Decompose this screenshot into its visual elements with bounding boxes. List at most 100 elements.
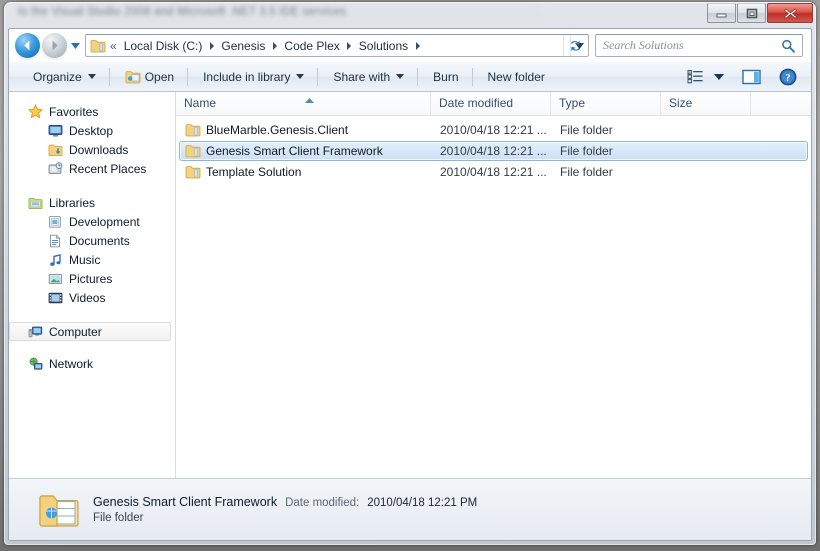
details-primary-line: Genesis Smart Client Framework Date modi… [93,495,477,509]
organize-button[interactable]: Organize [23,66,106,88]
file-name-cell: Genesis Smart Client Framework [180,144,435,158]
new-folder-button[interactable]: New folder [478,66,555,88]
file-type-cell: File folder [560,123,613,137]
explorer-body: Favorites Desktop Downloads Recent Place… [9,92,811,478]
table-row[interactable]: Template Solution 2010/04/18 12:21 ... F… [179,162,808,182]
sidebar-item-label: Downloads [69,142,129,157]
sidebar-item-label: Recent Places [69,161,147,176]
help-icon: ? [779,68,797,85]
sort-ascending-icon [304,93,315,107]
chevron-down-icon [71,42,80,49]
view-options-button[interactable] [682,66,708,88]
sidebar-item-videos[interactable]: Videos [9,288,171,307]
breadcrumb-item-3[interactable]: Solutions [356,38,411,54]
breadcrumb-overflow[interactable]: « [108,40,121,52]
breadcrumb-separator[interactable] [411,41,424,50]
sidebar-item-label: Libraries [49,195,96,210]
details-type: File folder [93,512,144,524]
burn-button[interactable]: Burn [423,66,468,88]
sidebar-item-label: Music [69,252,101,267]
chevron-right-icon [272,41,277,50]
new-folder-label: New folder [487,69,545,84]
column-header-name[interactable]: Name [176,92,431,116]
folder-icon [90,39,106,53]
breadcrumb-item-0[interactable]: Local Disk (C:) [121,38,206,54]
back-button[interactable] [15,33,40,58]
column-header-size[interactable]: Size [661,92,751,116]
toolbar-separator [317,67,319,86]
restore-button[interactable] [737,3,766,23]
open-folder-icon [125,70,141,84]
sidebar-item-downloads[interactable]: Downloads [9,140,171,159]
address-bar-row: « Local Disk (C:) Genesis Code Plex Solu… [9,29,811,62]
chevron-down-icon [714,73,724,80]
window-client-area: « Local Disk (C:) Genesis Code Plex Solu… [8,28,812,541]
videos-library-icon [48,291,63,305]
sidebar-item-favorites[interactable]: Favorites [9,102,171,121]
search-icon[interactable] [781,39,802,53]
open-button[interactable]: Open [115,66,184,88]
open-folder-icon [37,490,81,530]
chevron-down-icon [296,74,305,79]
details-text-group: Genesis Smart Client Framework Date modi… [93,495,477,524]
breadcrumb-item-2[interactable]: Code Plex [281,38,342,54]
window-controls [707,3,813,23]
breadcrumb: « Local Disk (C:) Genesis Code Plex Solu… [108,38,570,54]
sidebar-item-computer[interactable]: Computer [9,322,171,341]
include-in-library-button[interactable]: Include in library [193,66,314,88]
help-button[interactable]: ? [775,66,801,88]
file-date-cell: 2010/04/18 12:21 ... [440,165,547,179]
include-in-library-label: Include in library [203,69,291,84]
sidebar-item-desktop[interactable]: Desktop [9,121,171,140]
sidebar-item-libraries[interactable]: Libraries [9,193,171,212]
nav-group-favorites: Favorites Desktop Downloads Recent Place… [9,102,175,178]
chevron-down-icon [87,74,96,79]
column-header-label: Type [559,96,586,110]
column-header-type[interactable]: Type [551,92,661,116]
close-button[interactable] [767,3,813,23]
toolbar-separator [417,67,419,86]
pictures-library-icon [48,272,63,286]
sidebar-item-label: Computer [49,324,102,339]
refresh-button[interactable] [563,35,586,56]
file-name-cell: Template Solution [180,165,435,179]
libraries-icon [28,196,43,210]
view-options-dropdown[interactable] [710,66,728,88]
address-bar[interactable]: « Local Disk (C:) Genesis Code Plex Solu… [85,34,589,57]
preview-pane-button[interactable] [738,66,764,88]
file-date-cell: 2010/04/18 12:21 ... [440,123,547,137]
sidebar-item-documents[interactable]: Documents [9,231,171,250]
table-row[interactable]: BlueMarble.Genesis.Client 2010/04/18 12:… [179,120,808,140]
sidebar-item-label: Pictures [69,271,113,286]
breadcrumb-item-1[interactable]: Genesis [218,38,268,54]
title-bar[interactable]: to the Visual Studio 2008 and Microsoft … [4,2,816,28]
forward-button[interactable] [42,33,67,58]
sidebar-item-label: Documents [69,233,130,248]
details-pane: Genesis Smart Client Framework Date modi… [9,478,811,540]
folder-icon [185,144,201,158]
breadcrumb-separator[interactable] [205,41,218,50]
breadcrumb-separator[interactable] [343,41,356,50]
table-row[interactable]: Genesis Smart Client Framework 2010/04/1… [179,141,808,161]
breadcrumb-separator[interactable] [268,41,281,50]
file-type-cell: File folder [560,165,613,179]
desktop-icon [48,124,63,138]
recent-pages-dropdown[interactable] [70,40,81,51]
share-with-button[interactable]: Share with [323,66,414,88]
close-icon [783,8,797,19]
sidebar-item-music[interactable]: Music [9,250,171,269]
minimize-button[interactable] [707,3,736,23]
sidebar-item-development[interactable]: Development [9,212,171,231]
preview-pane-icon [741,69,761,84]
sidebar-item-network[interactable]: Network [9,354,171,373]
sidebar-item-pictures[interactable]: Pictures [9,269,171,288]
chevron-right-icon [209,41,214,50]
search-input[interactable]: Search Solutions [596,38,781,53]
restore-icon [746,8,757,18]
sidebar-item-recent-places[interactable]: Recent Places [9,159,171,178]
search-box[interactable]: Search Solutions [595,34,803,57]
refresh-icon [570,40,580,51]
column-header-date-modified[interactable]: Date modified [431,92,551,116]
command-bar-right-group: ? [682,66,811,88]
